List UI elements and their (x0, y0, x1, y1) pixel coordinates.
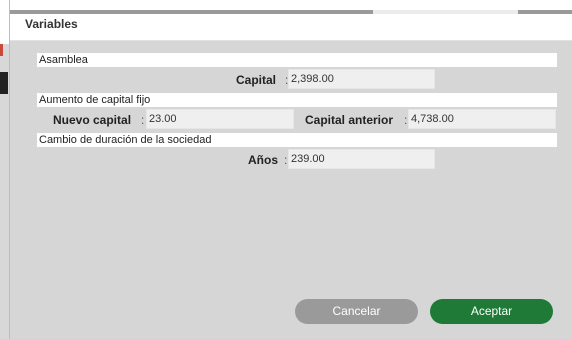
accept-button[interactable]: Aceptar (430, 299, 553, 324)
background-app-marker (0, 44, 3, 56)
cancel-button[interactable]: Cancelar (295, 299, 418, 324)
nuevo-capital-colon: : (141, 113, 145, 127)
section-header-asamblea: Asamblea (37, 53, 557, 67)
titlebar-divider-light (373, 10, 518, 14)
anos-value[interactable]: 239.00 (288, 149, 435, 169)
section-header-cambio: Cambio de duración de la sociedad (37, 133, 557, 147)
nuevo-capital-label: Nuevo capital (53, 113, 132, 127)
titlebar-divider-right (518, 10, 572, 14)
capital-label: Capital (236, 73, 277, 87)
capital-anterior-value[interactable]: 4,738.00 (408, 109, 556, 129)
capital-value[interactable]: 2,398.00 (288, 69, 435, 89)
dialog-title: Variables (25, 17, 78, 31)
nuevo-capital-value[interactable]: 23.00 (146, 109, 294, 129)
variables-dialog: Variables Asamblea Capital : 2,398.00 Au… (9, 0, 572, 339)
dialog-titlebar: Variables (10, 0, 572, 41)
titlebar-divider (10, 10, 373, 14)
capital-anterior-colon: : (404, 113, 408, 127)
capital-anterior-label: Capital anterior (305, 113, 394, 127)
background-app-block (0, 72, 8, 94)
anos-label: Años (248, 153, 278, 167)
section-header-aumento: Aumento de capital fijo (37, 93, 557, 107)
anos-colon: : (284, 153, 288, 167)
